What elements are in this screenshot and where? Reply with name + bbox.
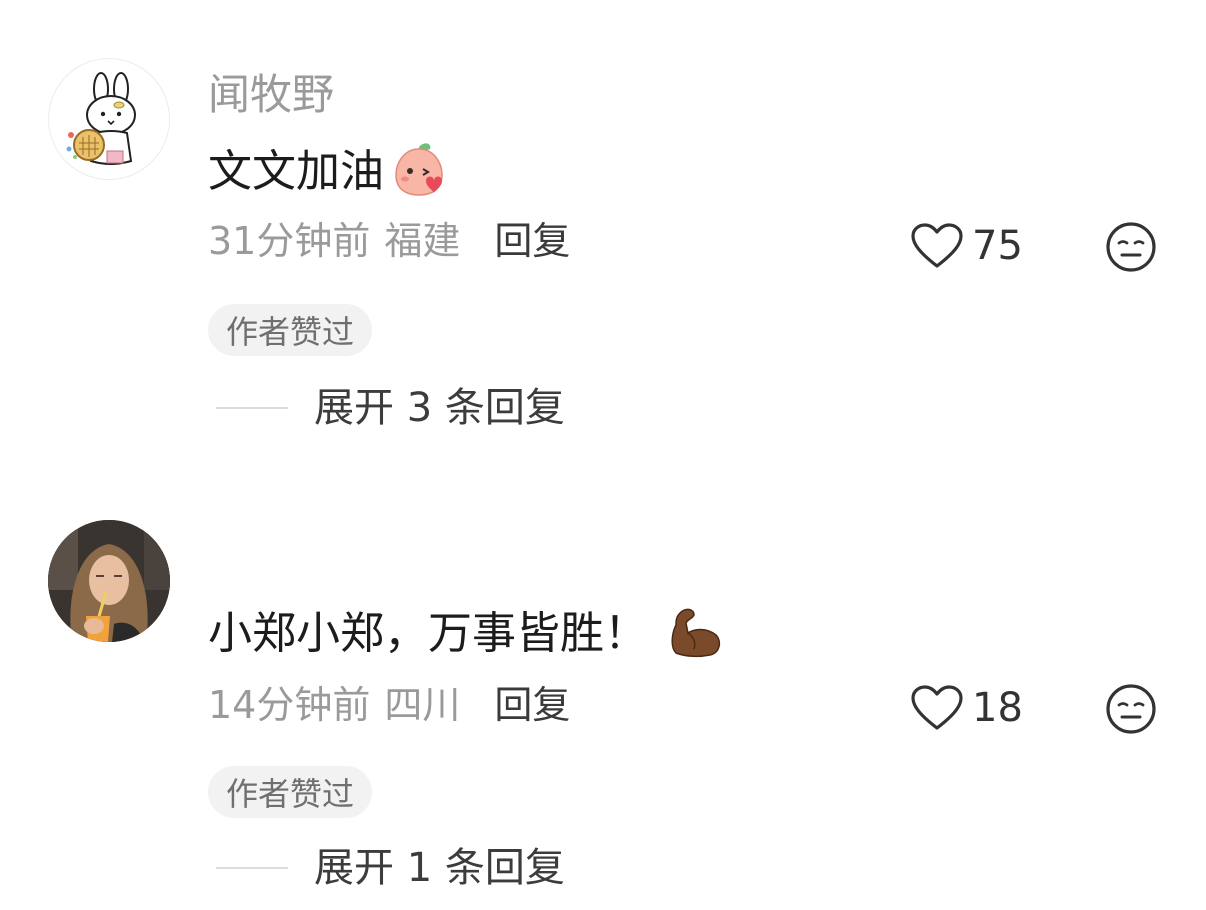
comment-region: 四川 <box>384 683 461 727</box>
like-count: 75 <box>972 223 1023 269</box>
comment-item: 闻牧野 文文加油 31分钟前 福建 回复 75 作者赞过 展开 3 条回复 <box>0 0 1206 450</box>
expand-replies-label: 展开 1 条回复 <box>314 845 565 891</box>
dislike-button[interactable] <box>1104 220 1158 278</box>
author-liked-badge: 作者赞过 <box>208 766 373 818</box>
comment-meta: 31分钟前 福建 回复 <box>208 222 570 260</box>
comment-text-line: 文文加油 <box>208 141 448 203</box>
username[interactable]: 闻牧野 <box>208 74 334 116</box>
comment-text: 小郑小郑，万事皆胜！ <box>208 608 648 659</box>
author-liked-badge: 作者赞过 <box>208 304 373 356</box>
like-button[interactable]: 75 <box>910 222 1023 270</box>
peach-kiss-sticker-icon <box>390 141 448 203</box>
comment-item: 小郑小郑，万事皆胜！ 14分钟前 四川 回复 18 作者赞过 展开 1 条回复 <box>0 450 1206 910</box>
expand-replies-button[interactable]: 展开 1 条回复 <box>216 848 565 888</box>
dislike-button[interactable] <box>1104 682 1158 740</box>
reply-button[interactable]: 回复 <box>494 686 570 724</box>
heart-icon <box>911 685 963 730</box>
bunny-avatar-icon <box>66 72 136 165</box>
heart-icon <box>911 223 963 268</box>
user-avatar[interactable] <box>48 58 170 180</box>
divider-line <box>216 407 288 409</box>
comment-text-line: 小郑小郑，万事皆胜！ <box>208 604 724 664</box>
reply-button[interactable]: 回复 <box>494 222 570 260</box>
expand-replies-label: 展开 3 条回复 <box>314 385 565 431</box>
comment-meta: 14分钟前 四川 回复 <box>208 686 570 724</box>
like-button[interactable]: 18 <box>910 684 1023 732</box>
comment-text: 文文加油 <box>208 146 384 197</box>
comment-time: 31分钟前 <box>208 219 371 263</box>
neutral-face-icon <box>1106 684 1156 734</box>
user-avatar[interactable] <box>48 520 170 642</box>
comment-region: 福建 <box>384 219 461 263</box>
neutral-face-icon <box>1106 222 1156 272</box>
flexed-biceps-icon <box>666 603 724 665</box>
expand-replies-button[interactable]: 展开 3 条回复 <box>216 388 565 428</box>
photo-avatar-icon <box>48 520 170 642</box>
comment-time: 14分钟前 <box>208 683 371 727</box>
divider-line <box>216 867 288 869</box>
like-count: 18 <box>972 685 1023 731</box>
